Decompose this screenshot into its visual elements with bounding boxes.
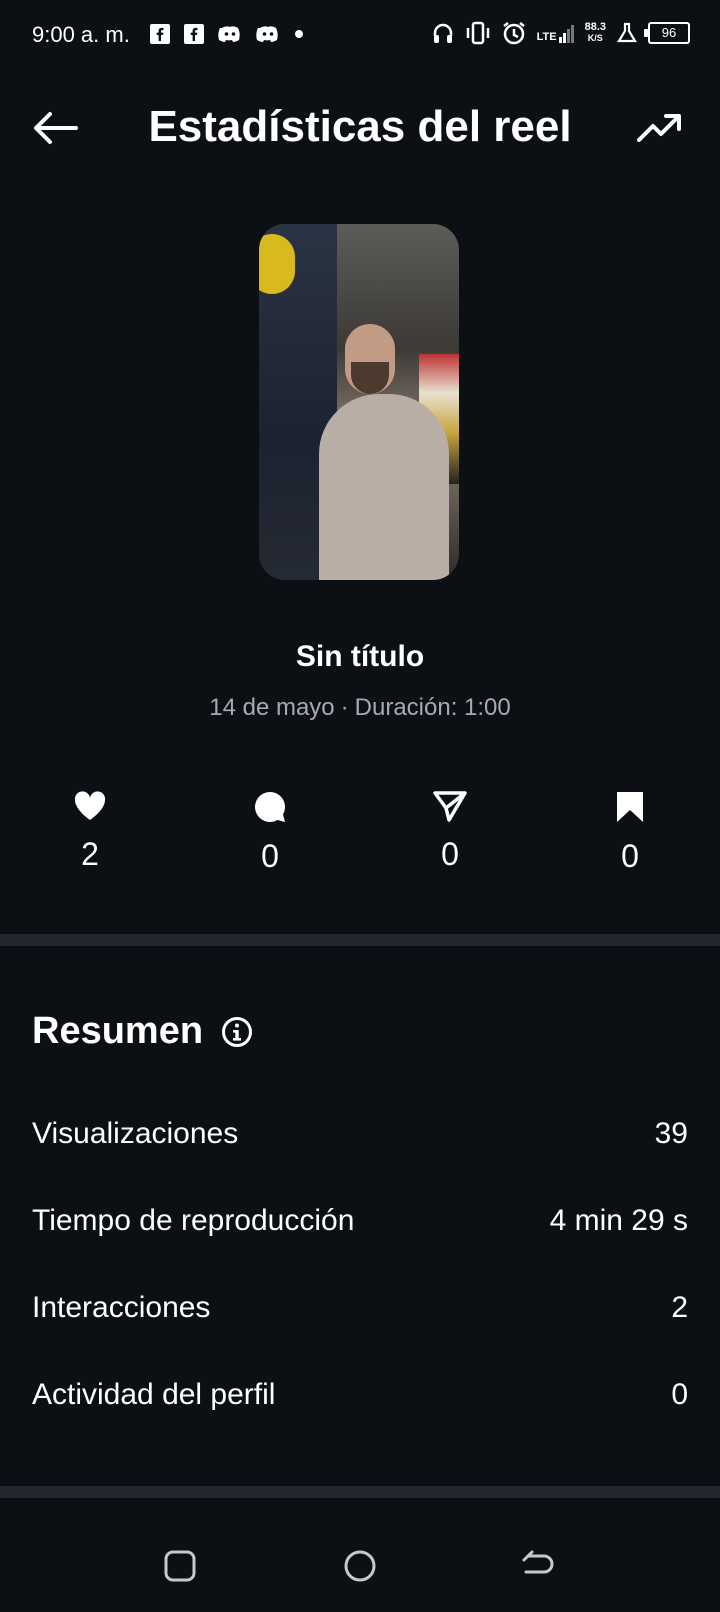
- facebook-icon: [150, 24, 170, 44]
- header: Estadísticas del reel: [0, 88, 720, 168]
- engagement-stats: 2 0 0 0: [0, 790, 720, 880]
- row-label: Actividad del perfil: [32, 1378, 276, 1411]
- row-label: Interacciones: [32, 1291, 211, 1324]
- info-icon[interactable]: [221, 1016, 253, 1048]
- reel-meta: 14 de mayo · Duración: 1:00: [0, 694, 720, 722]
- network-speed-value: 88.3: [584, 21, 606, 33]
- bookmark-icon: [617, 792, 643, 822]
- vibrate-icon: [466, 21, 489, 45]
- shares-count: 0: [441, 836, 459, 872]
- comments-stat: 0: [220, 790, 320, 875]
- reel-thumbnail[interactable]: [259, 224, 459, 580]
- recents-icon: [164, 1550, 196, 1582]
- battery-level: 96: [661, 25, 677, 40]
- flask-icon: [617, 22, 637, 43]
- shares-stat: 0: [400, 790, 500, 873]
- home-icon: [344, 1550, 376, 1582]
- reel-date: 14 de mayo: [209, 694, 335, 721]
- summary-row[interactable]: Interacciones 2: [32, 1286, 688, 1330]
- trending-up-icon: [637, 114, 681, 142]
- likes-count: 2: [81, 836, 99, 872]
- dot-icon: [295, 30, 303, 38]
- battery-icon: 96: [644, 22, 690, 44]
- heart-icon: [74, 791, 106, 820]
- headphones-icon: [433, 23, 452, 43]
- summary-row[interactable]: Tiempo de reproducción 4 min 29 s: [32, 1199, 688, 1243]
- row-value: 4 min 29 s: [549, 1204, 688, 1237]
- page-title: Estadísticas del reel: [148, 102, 572, 151]
- reel-duration: Duración: 1:00: [354, 694, 511, 721]
- discord-icon: [218, 26, 240, 42]
- section-divider: [0, 1486, 720, 1498]
- summary-row[interactable]: Actividad del perfil 0: [32, 1373, 688, 1417]
- back-icon: [522, 1550, 554, 1574]
- share-icon: [433, 791, 467, 822]
- network-speed-unit: K/S: [587, 33, 603, 43]
- alarm-icon: [502, 22, 525, 45]
- summary-title: Resumen: [32, 1010, 204, 1052]
- discord-icon: [256, 26, 278, 42]
- row-label: Tiempo de reproducción: [32, 1204, 355, 1237]
- lte-label: LTE: [536, 31, 557, 43]
- row-value: 39: [654, 1117, 688, 1150]
- section-divider: [0, 934, 720, 946]
- lte-signal-icon: LTE: [537, 23, 575, 43]
- saves-stat: 0: [580, 790, 680, 875]
- trend-button[interactable]: [636, 110, 684, 146]
- status-time: 9:00 a. m.: [32, 22, 130, 47]
- comment-icon: [255, 792, 286, 822]
- home-button[interactable]: [342, 1548, 378, 1584]
- system-icons: LTE 88.3 K/S 96: [431, 20, 690, 46]
- saves-count: 0: [621, 838, 639, 874]
- comments-count: 0: [261, 838, 279, 874]
- status-bar: 9:00 a. m. LTE 88.3 K/S 96: [0, 0, 720, 72]
- facebook-icon: [184, 24, 204, 44]
- row-value: 2: [671, 1291, 688, 1324]
- notification-icons: [150, 24, 304, 44]
- likes-stat: 2: [40, 790, 140, 873]
- row-value: 0: [671, 1378, 688, 1411]
- summary-heading: Resumen: [32, 1010, 253, 1053]
- network-speed: 88.3 K/S: [585, 22, 606, 44]
- meta-separator: ·: [340, 694, 349, 721]
- row-label: Visualizaciones: [32, 1117, 239, 1150]
- recents-button[interactable]: [162, 1548, 198, 1584]
- summary-row[interactable]: Visualizaciones 39: [32, 1112, 688, 1156]
- nav-back-button[interactable]: [520, 1548, 556, 1584]
- system-nav-bar: [0, 1500, 720, 1612]
- reel-title: Sin título: [295, 640, 425, 673]
